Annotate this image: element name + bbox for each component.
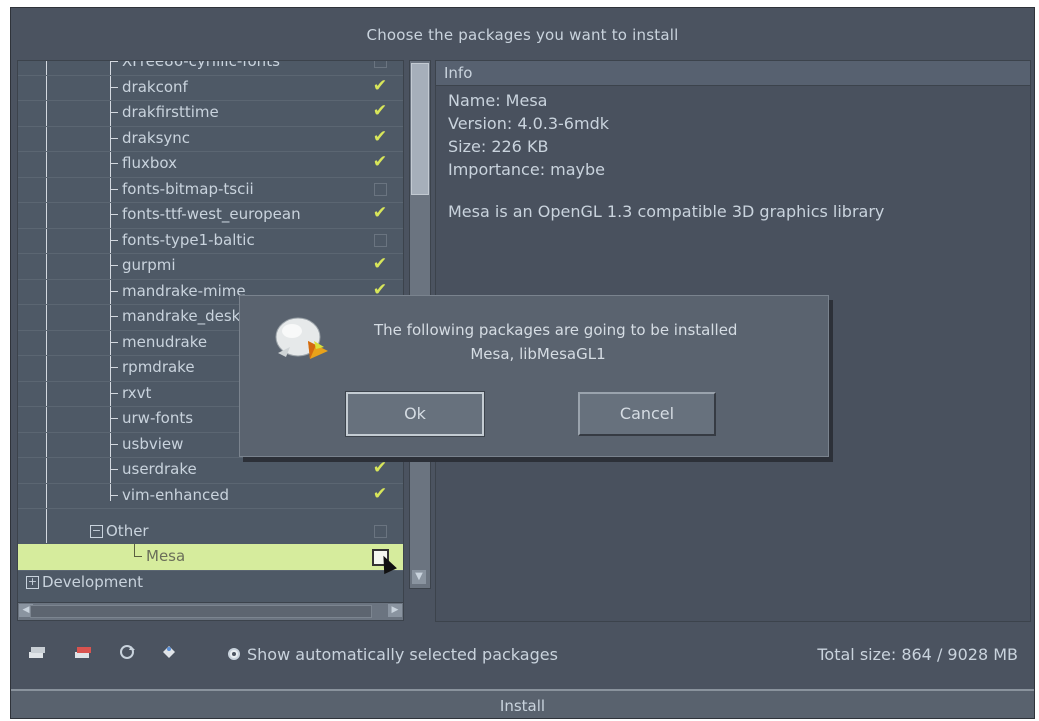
- info-size: Size: 226 KB: [448, 137, 549, 156]
- checkmark-icon[interactable]: ✔: [372, 256, 388, 273]
- info-name: Name: Mesa: [448, 91, 548, 110]
- checkmark-icon[interactable]: ✔: [372, 103, 388, 120]
- info-header-label: Info: [444, 64, 473, 82]
- package-label: usbview: [122, 434, 184, 453]
- checkmark-icon[interactable]: ✔: [372, 154, 388, 171]
- tree-row[interactable]: fonts-type1-baltic: [18, 228, 403, 254]
- tree-row[interactable]: fonts-ttf-west_european ✔: [18, 202, 403, 229]
- group-label: Other: [106, 522, 149, 540]
- tree-row[interactable]: draksync ✔: [18, 126, 403, 152]
- show-auto-label[interactable]: Show automatically selected packages: [247, 645, 558, 664]
- package-label: drakfirsttime: [122, 103, 219, 121]
- scroll-down-arrow-icon[interactable]: ▼: [412, 570, 426, 584]
- tree-branch: [110, 214, 118, 215]
- tree-branch: [110, 290, 118, 292]
- install-button[interactable]: Install: [11, 689, 1034, 718]
- tree-branch: [110, 86, 118, 88]
- checkmark-icon[interactable]: ✔: [372, 485, 388, 502]
- package-label: fonts-ttf-west_european: [122, 205, 301, 223]
- refresh-icon[interactable]: [117, 644, 137, 660]
- scroll-right-arrow-icon[interactable]: ▶: [388, 604, 402, 617]
- tree-branch: [110, 392, 118, 394]
- tree-row[interactable]: fluxbox ✔: [18, 151, 403, 178]
- dialog-message: The following packages are going to be i…: [374, 321, 738, 339]
- tree-branch: [110, 239, 118, 241]
- tree-branch: [110, 61, 118, 62]
- categories-icon[interactable]: [73, 644, 93, 660]
- checkmark-icon[interactable]: ✔: [372, 77, 388, 94]
- info-details: Name: Mesa Version: 4.0.3-6mdk Size: 226…: [448, 89, 609, 181]
- installer-screen: Choose the packages you want to install …: [10, 7, 1035, 719]
- package-label: urw-fonts: [122, 409, 194, 427]
- cancel-button[interactable]: Cancel: [578, 392, 716, 436]
- checkmark-icon[interactable]: ✔: [372, 205, 388, 222]
- tree-row[interactable]: drakconf ✔: [18, 75, 403, 101]
- tree-row[interactable]: fonts-bitmap-tscii: [18, 177, 403, 203]
- total-size: Total size: 864 / 9028 MB: [817, 645, 1018, 664]
- package-label: fluxbox: [122, 154, 177, 172]
- collapse-icon[interactable]: −: [90, 525, 103, 538]
- package-label: rpmdrake: [122, 358, 195, 376]
- package-label: menudrake: [122, 332, 208, 351]
- tree-branch: [110, 265, 118, 266]
- package-label: mandrake-mime: [122, 281, 246, 300]
- tree-branch: [134, 544, 135, 556]
- tree-branch: [110, 112, 118, 113]
- tree-row[interactable]: vim-enhanced ✔: [18, 483, 403, 509]
- ok-button[interactable]: Ok: [345, 391, 485, 437]
- packages-icon[interactable]: [27, 644, 47, 660]
- window-title: Choose the packages you want to install: [366, 26, 679, 44]
- tree-branch: [110, 137, 118, 139]
- info-version: Version: 4.0.3-6mdk: [448, 114, 609, 133]
- tree-branch: [110, 316, 118, 317]
- update-icon[interactable]: [159, 644, 179, 660]
- tree-branch: [110, 367, 118, 368]
- tree-row-partial[interactable]: XFree86-cyrillic-fonts: [18, 60, 403, 76]
- package-label: vim-enhanced: [122, 485, 230, 504]
- expand-icon[interactable]: +: [26, 576, 39, 589]
- tree-branch: [110, 341, 118, 343]
- package-label: XFree86-cyrillic-fonts: [122, 60, 280, 70]
- tree-horizontal-scrollbar[interactable]: ◀ ▶: [17, 602, 404, 621]
- info-importance: Importance: maybe: [448, 160, 606, 179]
- package-label: fonts-bitmap-tscii: [122, 179, 254, 198]
- package-label: Mesa: [146, 547, 186, 565]
- info-header: Info: [436, 61, 1030, 86]
- tree-branch: [110, 494, 118, 496]
- install-confirm-dialog: The following packages are going to be i…: [239, 295, 829, 457]
- scrollbar-thumb[interactable]: [30, 605, 372, 618]
- package-label: rxvt: [122, 383, 152, 402]
- scrollbar-thumb[interactable]: [411, 63, 429, 195]
- tree-branch: [134, 556, 142, 557]
- tree-group-other[interactable]: − Other: [18, 519, 403, 546]
- checkmark-icon[interactable]: ✔: [372, 128, 388, 145]
- info-description: Mesa is an OpenGL 1.3 compatible 3D grap…: [448, 202, 885, 221]
- package-label: userdrake: [122, 460, 197, 478]
- package-label: draksync: [122, 128, 191, 147]
- package-label: gurpmi: [122, 256, 176, 274]
- checkbox-unchecked[interactable]: [374, 233, 387, 247]
- install-label: Install: [499, 697, 546, 715]
- checkbox-unchecked[interactable]: [374, 182, 387, 196]
- tree-branch: [110, 469, 118, 470]
- dialog-package-list: Mesa, libMesaGL1: [470, 345, 606, 363]
- package-label: mandrake_desk: [122, 307, 241, 325]
- package-label: fonts-type1-baltic: [122, 230, 255, 249]
- checkmark-icon[interactable]: ✔: [372, 460, 388, 477]
- checkbox-unchecked[interactable]: [374, 525, 387, 538]
- tree-branch: [110, 188, 118, 190]
- group-label: Development: [42, 573, 143, 591]
- tree-row-selected[interactable]: Mesa: [18, 544, 403, 575]
- checkbox-unchecked[interactable]: [374, 61, 387, 68]
- bottom-toolbar: Show automatically selected packages Tot…: [11, 632, 1034, 672]
- package-label: drakconf: [122, 77, 188, 96]
- tree-row[interactable]: gurpmi ✔: [18, 253, 403, 280]
- tree-branch: [110, 418, 118, 419]
- tree-branch: [110, 163, 118, 164]
- tree-branch: [110, 443, 118, 445]
- tree-row[interactable]: drakfirsttime ✔: [18, 100, 403, 127]
- show-auto-radio[interactable]: [228, 648, 240, 660]
- tree-group-development[interactable]: + Development: [18, 570, 403, 596]
- tree-row[interactable]: userdrake ✔: [18, 457, 403, 484]
